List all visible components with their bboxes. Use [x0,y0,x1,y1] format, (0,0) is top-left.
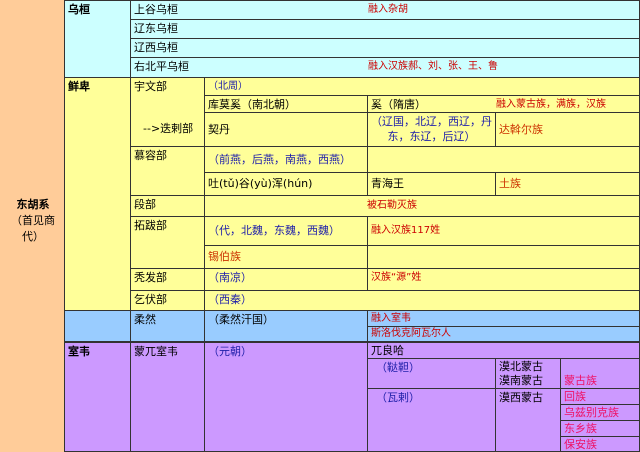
mongol-regions: 漠北蒙古 漠南蒙古 [495,358,561,389]
rouran-label: 柔然 [130,310,205,342]
tuoba-label: 拓跋部 [130,216,205,269]
yuwen-label: 宇文部 -->迭剌部 [130,77,205,147]
fate: 融入汉族郝、刘、张、王、鲁 [368,61,498,72]
dynasty: （前燕，后燕，南燕，西燕） [204,146,368,173]
dynasty: （北周） [204,77,640,96]
shiwei-label: 室韦 [64,342,131,452]
xibo: 锡伯族 [204,245,368,269]
duan-label: 段部 [130,195,205,217]
wuhuan-label: 乌桓 [64,0,131,78]
fate: 被石勒灭族 [367,200,417,211]
wuliangha: 兀良哈 [367,342,640,359]
fate: 达斡尔族 [495,112,640,147]
dynasty: （代，北魏，东魏，西魏） [204,216,368,246]
qinghai: 青海王 [367,172,496,196]
dynasty: （南凉） [204,268,368,291]
murong-label: 慕容部 [130,146,205,196]
monan: 漠南蒙古 [499,374,543,387]
donghu-title: 东胡系 [16,198,50,211]
tufa-label: 秃发部 [130,268,205,291]
wuhuan-row: 辽东乌桓 [130,19,640,39]
fate: 融入杂胡 [368,4,408,15]
people: 东乡族 [560,420,640,437]
dynasty: （元朝） [204,342,368,452]
fate: 融入蒙古族，满族，汉族 [496,99,606,110]
fate: 汉族“源”姓 [367,268,640,291]
wuhuan-row: 辽西乌桓 [130,38,640,58]
mobei: 漠北蒙古 [499,360,543,373]
wuhuan-row: 上谷乌桓 融入杂胡 [130,0,640,20]
diela-label: -->迭剌部 [143,122,194,135]
dynasty: （柔然汗国） [204,310,368,342]
mengwu-shiwei: 蒙兀室韦 [130,342,205,452]
xianbei-label: 鲜卑 [64,77,131,311]
xi: 奚（隋唐） 融入蒙古族，满族，汉族 [367,95,640,113]
tuyuhun: 吐(tǔ)谷(yù)浑(hún) [204,172,368,196]
people: 乌兹别克族 [560,404,640,421]
people: 保安族 [560,436,640,452]
qifu-label: 乞伏部 [130,290,205,311]
qidan: 契丹 [204,112,368,147]
tribe-name: 上谷乌桓 [134,3,178,16]
donghu-column: 东胡系 （首见商 代） [0,0,66,452]
kumoxi: 库莫奚（南北朝） [204,95,368,113]
wala: （瓦剌） [367,388,496,452]
dada: （鞑靼） [367,358,496,389]
dynasty: （辽国，北辽，西辽，丹东，东辽，后辽） [367,112,496,147]
people: 蒙古族 [560,358,640,389]
xi-name: 奚（隋唐） [371,98,426,111]
moxi: 漠西蒙古 [495,388,561,452]
dynasty: （西秦） [204,290,640,311]
tribe-name: 宇文部 [134,80,167,93]
fate: 融入室韦 [367,310,640,327]
empty-cell [367,245,640,269]
rouran-group [64,310,131,342]
people: 回族 [560,388,640,405]
fate: 土族 [495,172,640,196]
donghu-note: 代） [22,230,44,243]
fate: 斯洛伐克阿瓦尔人 [367,326,640,342]
donghu-note: （首见商 [11,214,55,227]
duan-row: 被石勒灭族 [204,195,640,217]
wuhuan-row: 右北平乌桓 融入汉族郝、刘、张、王、鲁 [130,57,640,78]
empty-cell [367,146,640,173]
fate: 融入汉族117姓 [367,216,640,246]
tribe-name: 右北平乌桓 [134,60,189,73]
